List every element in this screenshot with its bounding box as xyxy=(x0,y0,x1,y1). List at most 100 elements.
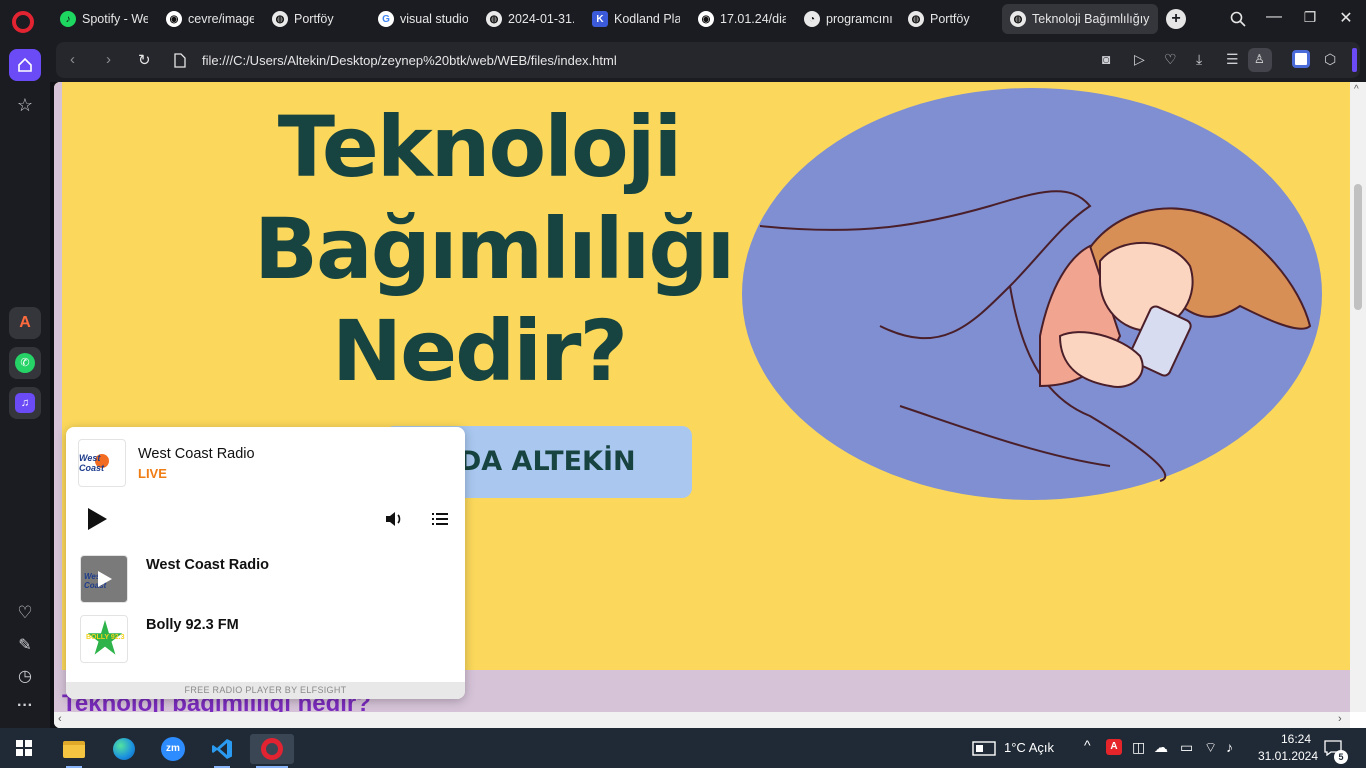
reload-icon[interactable]: ↻ xyxy=(138,51,151,69)
tab-title: 17.01.24/diary xyxy=(720,12,786,26)
hero-title-line: Teknoloji xyxy=(277,98,683,196)
profile-button[interactable]: ♙ xyxy=(1248,48,1272,72)
easy-setup-icon[interactable]: ☰ xyxy=(1226,51,1239,68)
zoom-button[interactable]: zm xyxy=(153,734,193,764)
station-list-item[interactable]: West Coast West Coast Radio xyxy=(80,555,450,605)
edge-button[interactable] xyxy=(104,734,144,764)
whatsapp-icon: ✆ xyxy=(15,353,35,373)
restore-button[interactable]: ❐ xyxy=(1298,9,1322,26)
live-badge: LIVE xyxy=(138,466,167,481)
playlist-icon[interactable] xyxy=(432,512,448,526)
new-tab-button[interactable]: + xyxy=(1166,9,1186,29)
clock-date[interactable]: 31.01.2024 xyxy=(1251,749,1325,763)
zoom-icon: zm xyxy=(161,737,185,761)
station-list-item[interactable]: BOLLY 92.3 Bolly 92.3 FM xyxy=(80,615,450,665)
tab-title: Teknoloji Bağımlılığıyla B xyxy=(1032,12,1150,26)
camera-icon[interactable]: ◙ xyxy=(1102,51,1110,67)
cube-icon[interactable]: ⬡ xyxy=(1324,51,1336,68)
search-tabs-icon[interactable] xyxy=(1230,11,1246,27)
acrobat-tray-icon[interactable]: A xyxy=(1106,739,1122,755)
phone-addiction-illustration xyxy=(742,88,1322,500)
battery-icon[interactable]: ▭ xyxy=(1180,739,1193,756)
opera-icon xyxy=(261,738,283,760)
url-text[interactable]: file:///C:/Users/Altekin/Desktop/zeynep%… xyxy=(202,53,617,68)
tab-github-cevre[interactable]: ◉ cevre/images xyxy=(158,4,262,34)
vertical-scrollbar[interactable]: ^ xyxy=(1350,82,1366,712)
tab-teknoloji-active[interactable]: ◍ Teknoloji Bağımlılığıyla B xyxy=(1002,4,1158,34)
tab-title: Portföy xyxy=(930,12,970,26)
thumb-text: BOLLY 92.3 xyxy=(86,634,125,641)
edit-icon[interactable]: ✎ xyxy=(9,629,41,661)
vscode-icon xyxy=(212,739,232,759)
station-name: Bolly 92.3 FM xyxy=(146,617,239,633)
extension-icon[interactable] xyxy=(1292,50,1310,68)
play-icon[interactable] xyxy=(86,507,108,531)
tab-github-diary[interactable]: ◉ 17.01.24/diary xyxy=(690,4,794,34)
scroll-right-icon[interactable]: › xyxy=(1338,713,1342,725)
hero-title-line: Bağımlılığı xyxy=(254,200,735,298)
page-viewport: Teknoloji Bağımlılığı Nedir? EDA ALTEKİN xyxy=(54,82,1366,728)
show-hidden-icons-icon[interactable]: ^ xyxy=(1084,737,1091,753)
forward-icon[interactable]: › xyxy=(106,51,111,68)
file-explorer-button[interactable] xyxy=(54,734,94,768)
onedrive-cloud-icon[interactable]: ☁ xyxy=(1154,739,1168,756)
address-bar: ‹ › ↻ file:///C:/Users/Altekin/Desktop/z… xyxy=(50,38,1366,82)
clock-time[interactable]: 16:24 xyxy=(1266,732,1326,746)
heart-icon[interactable]: ♡ xyxy=(9,597,41,629)
music-player-button[interactable]: ♫ xyxy=(9,387,41,419)
horizontal-scrollbar[interactable]: ‹ › xyxy=(54,712,1350,728)
station-name: West Coast Radio xyxy=(146,557,270,573)
widget-footer-credit[interactable]: FREE RADIO PLAYER BY ELFSIGHT xyxy=(66,682,465,699)
tab-portfoy-2[interactable]: ◍ Portföy xyxy=(900,4,1000,34)
scroll-left-icon[interactable]: ‹ xyxy=(58,713,62,725)
windows-start-icon[interactable] xyxy=(16,740,32,756)
minimize-button[interactable]: — xyxy=(1262,8,1286,26)
play-overlay-icon[interactable] xyxy=(97,570,113,588)
tab-title: cevre/images xyxy=(188,12,254,26)
scrollbar-thumb[interactable] xyxy=(1354,184,1362,310)
tab-spotify[interactable]: ♪ Spotify - Web xyxy=(52,4,156,34)
bookmarks-star-icon[interactable]: ☆ xyxy=(9,89,41,121)
opera-taskbar-button[interactable] xyxy=(250,734,294,768)
send-icon[interactable]: ▷ xyxy=(1134,51,1145,68)
globe-icon: ◍ xyxy=(486,11,502,27)
tab-kodland[interactable]: K Kodland Platfo xyxy=(584,4,688,34)
home-icon xyxy=(18,57,32,72)
tab-title: Kodland Platfo xyxy=(614,12,680,26)
vscode-button[interactable] xyxy=(202,734,242,768)
folder-icon xyxy=(63,740,85,758)
github-icon: ◉ xyxy=(166,11,182,27)
tab-pdf-date[interactable]: ◍ 2024-01-31.p xyxy=(478,4,582,34)
tab-programcinin[interactable]: ◔ programcının xyxy=(796,4,900,34)
weather-text[interactable]: 1°C Açık xyxy=(1004,740,1054,755)
close-window-button[interactable]: ✕ xyxy=(1334,8,1358,28)
back-icon[interactable]: ‹ xyxy=(70,51,75,68)
scroll-up-icon[interactable]: ^ xyxy=(1354,84,1359,95)
volume-icon[interactable] xyxy=(385,511,403,527)
more-options-icon[interactable]: ··· xyxy=(9,690,41,722)
notification-count-badge: 5 xyxy=(1334,750,1348,764)
url-box[interactable]: ‹ › ↻ file:///C:/Users/Altekin/Desktop/z… xyxy=(56,42,1360,78)
aria-app-button[interactable]: A xyxy=(9,307,41,339)
globe-icon: ◍ xyxy=(272,11,288,27)
download-icon[interactable]: ⤓ xyxy=(1196,51,1202,68)
home-button[interactable] xyxy=(9,49,41,81)
tab-title: Portföy xyxy=(294,12,334,26)
edge-icon xyxy=(113,738,135,760)
github-icon: ◉ xyxy=(698,11,714,27)
meet-now-icon[interactable]: ◫ xyxy=(1132,739,1145,756)
file-icon xyxy=(174,53,186,68)
weather-icon[interactable] xyxy=(972,740,996,756)
opera-logo-icon[interactable] xyxy=(12,11,34,33)
heart-icon[interactable]: ♡ xyxy=(1164,51,1177,68)
tab-google-search[interactable]: G visual studio il xyxy=(370,4,476,34)
hero-stripe xyxy=(54,82,62,670)
hero-title: Teknoloji Bağımlılığı Nedir? xyxy=(254,96,735,402)
google-icon: G xyxy=(378,11,394,27)
speaker-icon[interactable]: ♪ xyxy=(1226,739,1233,755)
whatsapp-button[interactable]: ✆ xyxy=(9,347,41,379)
station-thumbnail: West Coast xyxy=(80,555,128,603)
tab-portfoy[interactable]: ◍ Portföy xyxy=(264,4,368,34)
wifi-icon[interactable]: ⌔ xyxy=(1204,739,1217,757)
history-clock-icon[interactable]: ◷ xyxy=(9,660,41,692)
